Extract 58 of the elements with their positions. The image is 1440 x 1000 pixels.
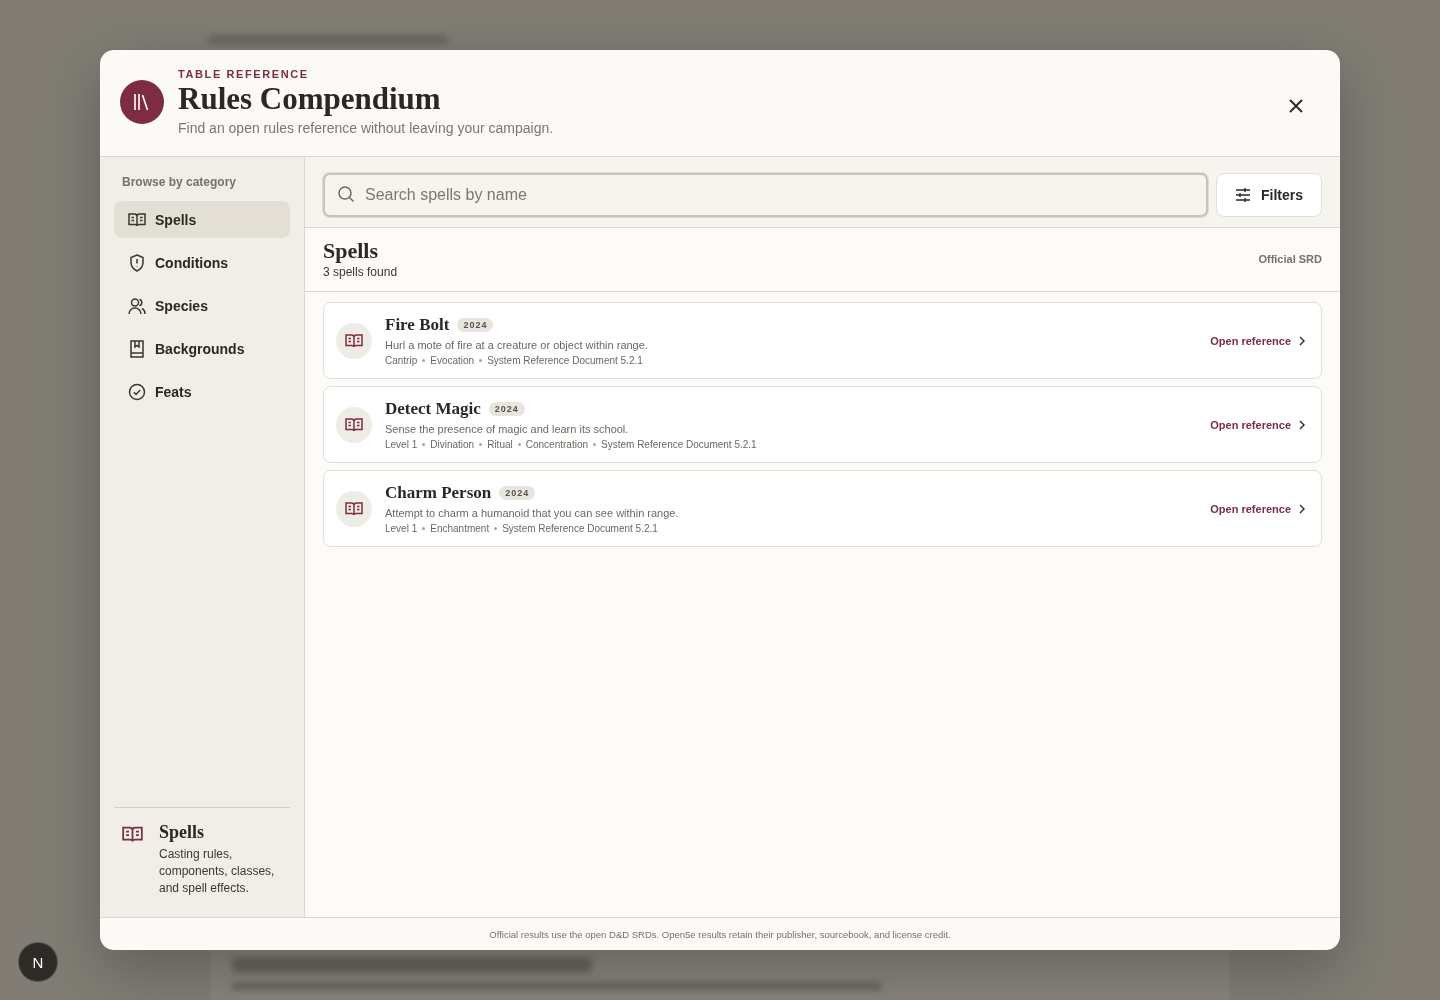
modal-subtitle: Find an open rules reference without leaving your campaign.	[178, 120, 554, 136]
spell-tag: Concentration	[525, 439, 588, 450]
category-description: Casting rules, components, classes, and spell effects.	[159, 846, 276, 897]
year-badge: 2024	[499, 486, 536, 500]
source-label: Official SRD	[1258, 252, 1322, 265]
chevron-right-icon	[1299, 335, 1305, 346]
open-reference-link[interactable]: Open reference	[1210, 418, 1305, 431]
sidebar-heading: Browse by category	[122, 175, 238, 189]
book-icon	[128, 211, 146, 228]
spell-card[interactable]: Fire Bolt 2024 Hurl a mote of fire at a creature or object within range. Cantrip Evocation System Reference Document 5.2.1 Open reference	[323, 302, 1322, 379]
filters-button[interactable]: Filters	[1216, 173, 1322, 217]
category-item[interactable]: Conditions	[114, 244, 290, 281]
spell-card[interactable]: Charm Person 2024 Attempt to charm a humanoid that you can see within range. Level 1 Enchantment System Reference Document 5.2.1 Open reference	[323, 470, 1322, 547]
spell-tag: Level 1	[385, 523, 418, 534]
search-field[interactable]: Search spells by name	[323, 173, 1208, 217]
spell-name: Charm Person	[385, 483, 492, 503]
spell-name: Detect Magic	[385, 399, 481, 419]
shield-icon	[128, 253, 146, 272]
year-badge: 2024	[457, 318, 494, 332]
spell-tag: Cantrip	[385, 355, 418, 366]
check-badge-icon	[128, 382, 146, 401]
book-icon	[345, 416, 363, 433]
spell-name: Fire Bolt	[385, 315, 450, 335]
book-icon	[345, 332, 363, 349]
chevron-right-icon	[1299, 503, 1305, 514]
open-reference-link[interactable]: Open reference	[1210, 334, 1305, 347]
corner-badge-button[interactable]: N	[19, 943, 57, 981]
spell-description: Sense the presence of magic and learn its school.	[385, 423, 630, 435]
book-icon	[345, 500, 363, 517]
spell-tag: Level 1	[385, 439, 418, 450]
spell-tag: Divination	[430, 439, 475, 450]
open-reference-link[interactable]: Open reference	[1210, 502, 1305, 515]
results-count: 3 spells found	[323, 265, 398, 279]
spell-description: Attempt to charm a humanoid that you can see within range.	[385, 507, 680, 519]
sliders-icon	[1235, 188, 1251, 202]
chevron-right-icon	[1299, 419, 1305, 430]
spell-card[interactable]: Detect Magic 2024 Sense the presence of magic and learn its school. Level 1 Divination Ritual Concentration System Reference Document 5.2.1 Open reference	[323, 386, 1322, 463]
eyebrow-label: TABLE REFERENCE	[178, 68, 310, 80]
spell-tag: Evocation	[430, 355, 475, 366]
results-title: Spells	[323, 238, 380, 264]
spell-tag: Ritual	[487, 439, 513, 450]
category-item[interactable]: Spells	[114, 201, 290, 238]
category-title: Spells	[159, 822, 206, 843]
people-icon	[128, 296, 146, 315]
book-icon	[122, 825, 143, 844]
modal-title: Rules Compendium	[178, 82, 442, 116]
footer-note: Official results use the open D&D SRDs. Open5e results retain their publisher, sourcebook, and license credit.	[100, 917, 1340, 950]
category-item[interactable]: Backgrounds	[114, 330, 290, 367]
spell-tag: Enchantment	[430, 523, 490, 534]
spell-tag: System Reference Document 5.2.1	[601, 439, 757, 450]
category-item[interactable]: Species	[114, 287, 290, 324]
spell-description: Hurl a mote of fire at a creature or object within range.	[385, 339, 649, 351]
bookmark-book-icon	[128, 339, 146, 358]
spell-tag: System Reference Document 5.2.1	[487, 355, 643, 366]
category-item[interactable]: Feats	[114, 373, 290, 410]
year-badge: 2024	[488, 402, 525, 416]
search-icon	[337, 185, 355, 203]
spell-tag: System Reference Document 5.2.1	[502, 523, 658, 534]
